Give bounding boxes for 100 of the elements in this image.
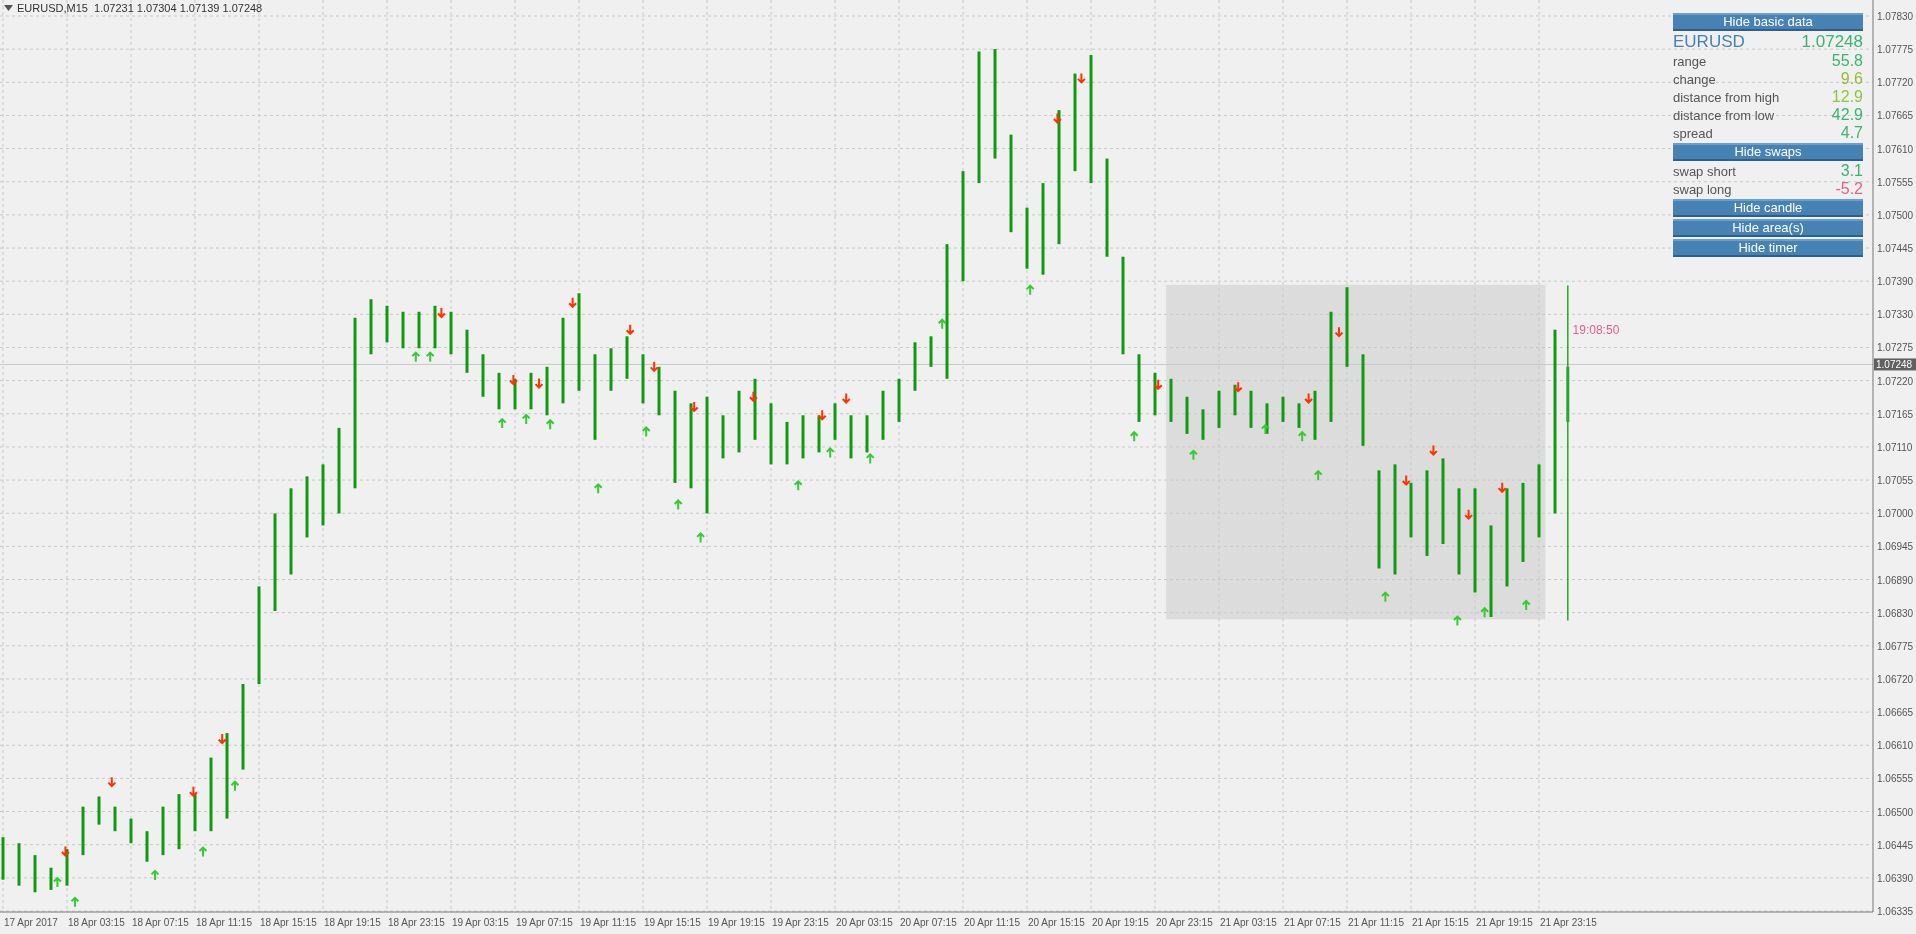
price-axis-label: 1.07275 bbox=[1877, 342, 1914, 354]
stat-label: swap long bbox=[1673, 182, 1732, 197]
dropdown-icon[interactable] bbox=[4, 5, 13, 11]
hide-button[interactable]: Hide swaps bbox=[1673, 143, 1863, 161]
price-axis-label: 1.07665 bbox=[1877, 110, 1914, 122]
price-axis-label: 1.06830 bbox=[1877, 607, 1914, 619]
up-arrow bbox=[521, 413, 531, 425]
time-axis-label: 20 Apr 11:15 bbox=[964, 917, 1020, 928]
price-axis-label: 1.07110 bbox=[1877, 441, 1913, 453]
up-arrow bbox=[1521, 599, 1531, 611]
price-axis-label: 1.06500 bbox=[1877, 806, 1914, 818]
up-arrow bbox=[593, 482, 603, 495]
time-axis-label: 19 Apr 15:15 bbox=[644, 917, 701, 928]
down-arrow bbox=[107, 776, 117, 788]
stat-value: 12.9 bbox=[1831, 88, 1863, 106]
price-axis-label: 1.06775 bbox=[1877, 640, 1914, 652]
time-axis-label: 18 Apr 11:15 bbox=[196, 917, 252, 928]
price-axis-label: 1.07055 bbox=[1877, 475, 1914, 487]
down-arrow bbox=[1464, 508, 1474, 521]
down-arrow bbox=[60, 845, 70, 857]
stat-value: 9.6 bbox=[1840, 70, 1863, 88]
up-arrow bbox=[1380, 591, 1390, 603]
hide-button[interactable]: Hide candle bbox=[1673, 199, 1863, 217]
up-arrow bbox=[1129, 430, 1139, 443]
up-arrow bbox=[497, 417, 507, 430]
time-axis-label: 18 Apr 03:15 bbox=[68, 917, 125, 928]
time-axis-label: 19 Apr 07:15 bbox=[516, 917, 573, 928]
hide-button[interactable]: Hide basic data bbox=[1673, 13, 1863, 31]
down-arrow bbox=[1428, 444, 1438, 457]
up-arrow bbox=[865, 452, 875, 465]
time-axis-label: 19 Apr 03:15 bbox=[452, 917, 509, 928]
price-axis-label: 1.07390 bbox=[1877, 276, 1914, 288]
stat-value: 3.1 bbox=[1840, 162, 1863, 180]
up-arrow bbox=[696, 531, 706, 544]
time-axis-label: 20 Apr 03:15 bbox=[836, 917, 893, 928]
stat-label: distance from high bbox=[1673, 90, 1780, 105]
price-axis-label: 1.06390 bbox=[1877, 872, 1914, 884]
down-arrow bbox=[217, 733, 227, 745]
up-arrow bbox=[1480, 606, 1490, 619]
price-axis-label: 1.07220 bbox=[1877, 375, 1914, 387]
price-axis-label: 1.07830 bbox=[1877, 11, 1914, 22]
stat-value: 4.7 bbox=[1840, 124, 1863, 142]
down-arrow bbox=[568, 296, 578, 309]
price-axis-label: 1.06445 bbox=[1877, 839, 1914, 851]
stat-value: -5.2 bbox=[1835, 180, 1863, 198]
up-arrow bbox=[425, 351, 435, 363]
price-axis-label: 1.07330 bbox=[1877, 309, 1914, 321]
down-arrow bbox=[436, 307, 446, 319]
price-axis-label: 1.06890 bbox=[1877, 574, 1914, 586]
time-axis-label: 21 Apr 23:15 bbox=[1540, 917, 1597, 928]
down-arrow bbox=[1401, 474, 1411, 486]
down-arrow bbox=[1076, 72, 1086, 84]
down-arrow bbox=[817, 409, 827, 421]
price-axis-label: 1.07555 bbox=[1877, 176, 1914, 188]
symbol-info: EURUSD,M15 1.07231 1.07304 1.07139 1.07248 bbox=[17, 2, 263, 14]
price-value: 1.07248 bbox=[1801, 32, 1863, 52]
time-axis-label: 21 Apr 11:15 bbox=[1348, 917, 1404, 928]
time-axis-label: 20 Apr 19:15 bbox=[1092, 917, 1149, 928]
down-arrow bbox=[1334, 326, 1344, 338]
up-arrow bbox=[673, 499, 683, 511]
up-arrow bbox=[937, 318, 947, 330]
time-axis-label: 21 Apr 03:15 bbox=[1220, 917, 1277, 928]
price-axis-label: 1.06945 bbox=[1877, 541, 1914, 553]
time-axis-label: 20 Apr 15:15 bbox=[1028, 917, 1085, 928]
up-arrow bbox=[793, 479, 803, 492]
stat-label: range bbox=[1673, 54, 1707, 69]
up-arrow bbox=[230, 780, 240, 792]
up-arrow bbox=[70, 896, 80, 908]
up-arrow bbox=[1260, 423, 1270, 436]
down-arrow bbox=[188, 785, 198, 798]
time-axis-label: 21 Apr 19:15 bbox=[1476, 917, 1533, 928]
up-arrow bbox=[150, 869, 160, 881]
price-axis-label: 1.07165 bbox=[1877, 408, 1914, 420]
price-axis-label: 1.07000 bbox=[1877, 508, 1914, 520]
down-arrow bbox=[748, 390, 758, 403]
down-arrow bbox=[649, 360, 659, 373]
up-arrow bbox=[411, 351, 421, 363]
hide-button[interactable]: Hide area(s) bbox=[1673, 219, 1863, 237]
down-arrow bbox=[689, 400, 699, 413]
down-arrow bbox=[508, 374, 518, 386]
price-axis-label: 1.06720 bbox=[1877, 673, 1914, 685]
price-axis-label: 1.06610 bbox=[1877, 740, 1914, 752]
price-axis-label: 1.07445 bbox=[1877, 243, 1914, 255]
down-arrow bbox=[1497, 481, 1507, 494]
stat-label: swap short bbox=[1673, 164, 1736, 179]
up-arrow bbox=[198, 846, 208, 858]
time-axis-label: 18 Apr 07:15 bbox=[132, 917, 189, 928]
price-axis-label: 1.07610 bbox=[1877, 143, 1914, 155]
countdown-timer: 19:08:50 bbox=[1572, 322, 1620, 337]
stat-label: change bbox=[1673, 72, 1716, 87]
down-arrow bbox=[841, 392, 851, 404]
up-arrow bbox=[1313, 469, 1323, 482]
hide-button[interactable]: Hide timer bbox=[1673, 239, 1863, 257]
time-axis-label: 18 Apr 23:15 bbox=[388, 917, 445, 928]
time-axis-label: 19 Apr 23:15 bbox=[772, 917, 829, 928]
price-axis-label: 1.06665 bbox=[1877, 707, 1914, 719]
up-arrow bbox=[825, 447, 835, 459]
down-arrow bbox=[1304, 392, 1314, 404]
up-arrow bbox=[545, 418, 555, 431]
price-axis-label: 1.07775 bbox=[1877, 44, 1914, 56]
